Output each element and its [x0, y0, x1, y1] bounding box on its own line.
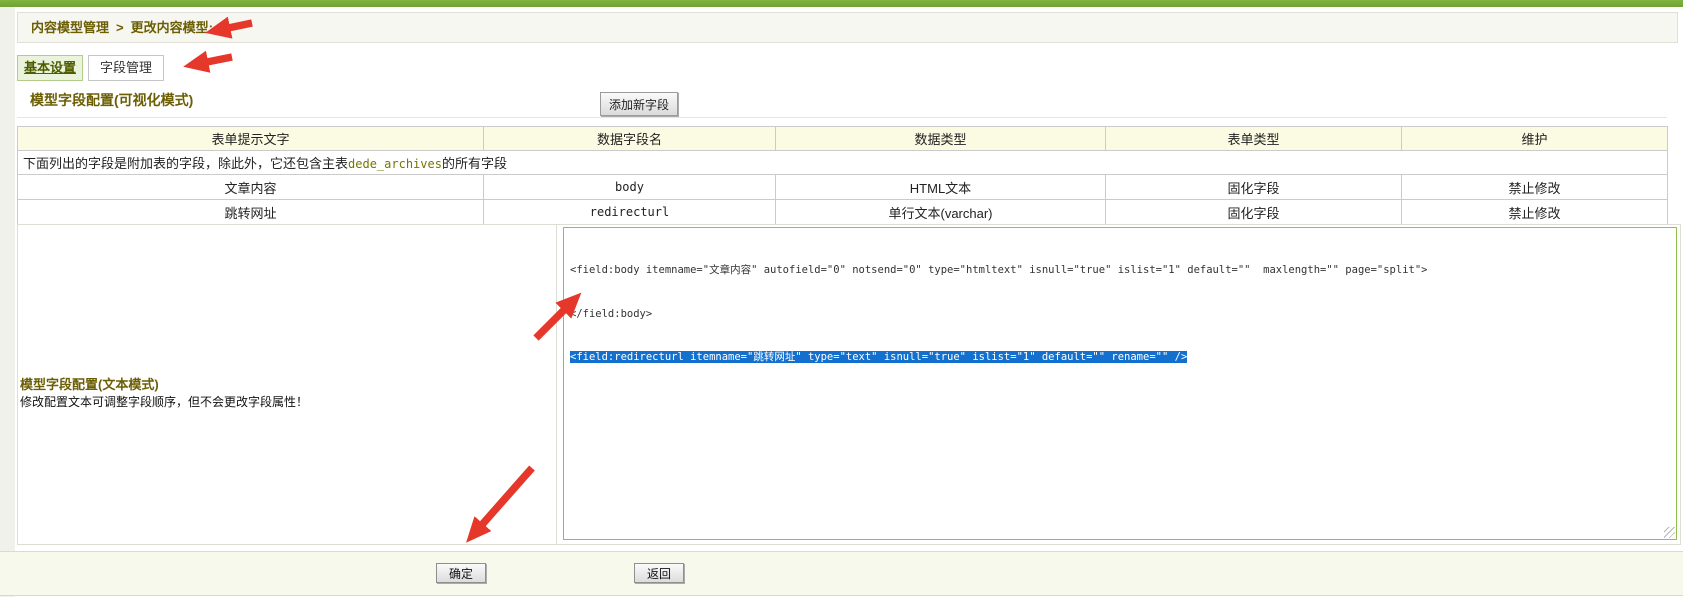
config-line-selected: <field:redirecturl itemname="跳转网址" type=…: [570, 350, 1670, 365]
table-row: 文章内容 body HTML文本 固化字段 禁止修改: [18, 175, 1668, 200]
breadcrumb: 内容模型管理 > 更改内容模型:: [17, 12, 1678, 43]
cell-field-name: body: [484, 175, 776, 200]
column-header-field-name: 数据字段名: [484, 127, 776, 151]
visual-mode-section-title: 模型字段配置(可视化模式): [30, 90, 193, 110]
cell-data-type: HTML文本: [776, 175, 1106, 200]
column-header-form-type: 表单类型: [1106, 127, 1402, 151]
text-mode-section: 模型字段配置(文本模式) 修改配置文本可调整字段顺序，但不会更改字段属性！ <f…: [17, 224, 1681, 545]
tab-basic-settings-label: 基本设置: [24, 60, 76, 75]
cell-form-type: 固化字段: [1106, 175, 1402, 200]
table-row: 跳转网址 redirecturl 单行文本(varchar) 固化字段 禁止修改: [18, 200, 1668, 225]
fields-table: 表单提示文字 数据字段名 数据类型 表单类型 维护 下面列出的字段是附加表的字段…: [17, 126, 1668, 225]
cell-prompt: 跳转网址: [18, 200, 484, 225]
back-button[interactable]: 返回: [634, 563, 684, 583]
config-line: </field:body>: [570, 307, 1670, 322]
tab-field-management[interactable]: 字段管理: [88, 55, 164, 81]
table-note-row: 下面列出的字段是附加表的字段，除此外，它还包含主表dede_archives的所…: [18, 151, 1668, 175]
text-mode-hint: 修改配置文本可调整字段顺序，但不会更改字段属性！: [20, 393, 308, 410]
breadcrumb-section[interactable]: 内容模型管理: [31, 20, 109, 35]
cell-data-type: 单行文本(varchar): [776, 200, 1106, 225]
text-mode-editor-cell: <field:body itemname="文章内容" autofield="0…: [557, 225, 1680, 544]
note-suffix: 的所有字段: [442, 156, 507, 171]
footer-bar: 确定 返回: [0, 551, 1683, 596]
cell-maintain: 禁止修改: [1402, 200, 1668, 225]
top-green-bar: [0, 0, 1683, 7]
text-mode-section-title: 模型字段配置(文本模式): [20, 374, 159, 393]
text-mode-label-cell: 模型字段配置(文本模式) 修改配置文本可调整字段顺序，但不会更改字段属性！: [18, 225, 557, 544]
red-arrow-tab: [192, 57, 232, 65]
confirm-button[interactable]: 确定: [436, 563, 486, 583]
add-field-button[interactable]: 添加新字段: [600, 92, 678, 116]
fields-table-header-row: 表单提示文字 数据字段名 数据类型 表单类型 维护: [18, 127, 1668, 151]
tab-basic-settings[interactable]: 基本设置: [17, 55, 83, 81]
column-header-prompt-text: 表单提示文字: [18, 127, 484, 151]
section-divider: [17, 117, 1667, 118]
cell-prompt: 文章内容: [18, 175, 484, 200]
cell-form-type: 固化字段: [1106, 200, 1402, 225]
breadcrumb-current: 更改内容模型:: [131, 20, 213, 35]
cell-maintain: 禁止修改: [1402, 175, 1668, 200]
breadcrumb-separator: >: [116, 20, 124, 35]
content-model-admin-page: 内容模型管理 > 更改内容模型: 基本设置 字段管理 模型字段配置(可视化模式) 添…: [0, 0, 1683, 612]
column-header-data-type: 数据类型: [776, 127, 1106, 151]
field-config-textarea[interactable]: <field:body itemname="文章内容" autofield="0…: [563, 227, 1677, 540]
table-note: 下面列出的字段是附加表的字段，除此外，它还包含主表dede_archives的所…: [18, 151, 1668, 175]
cell-field-name: redirecturl: [484, 200, 776, 225]
left-gutter: [0, 7, 15, 597]
config-line: <field:body itemname="文章内容" autofield="0…: [570, 263, 1670, 278]
column-header-maintain: 维护: [1402, 127, 1668, 151]
textarea-resize-handle[interactable]: [1664, 527, 1675, 538]
note-main-table-name: dede_archives: [348, 157, 442, 171]
note-prefix: 下面列出的字段是附加表的字段，除此外，它还包含主表: [23, 156, 348, 171]
tab-field-management-label: 字段管理: [100, 60, 152, 75]
